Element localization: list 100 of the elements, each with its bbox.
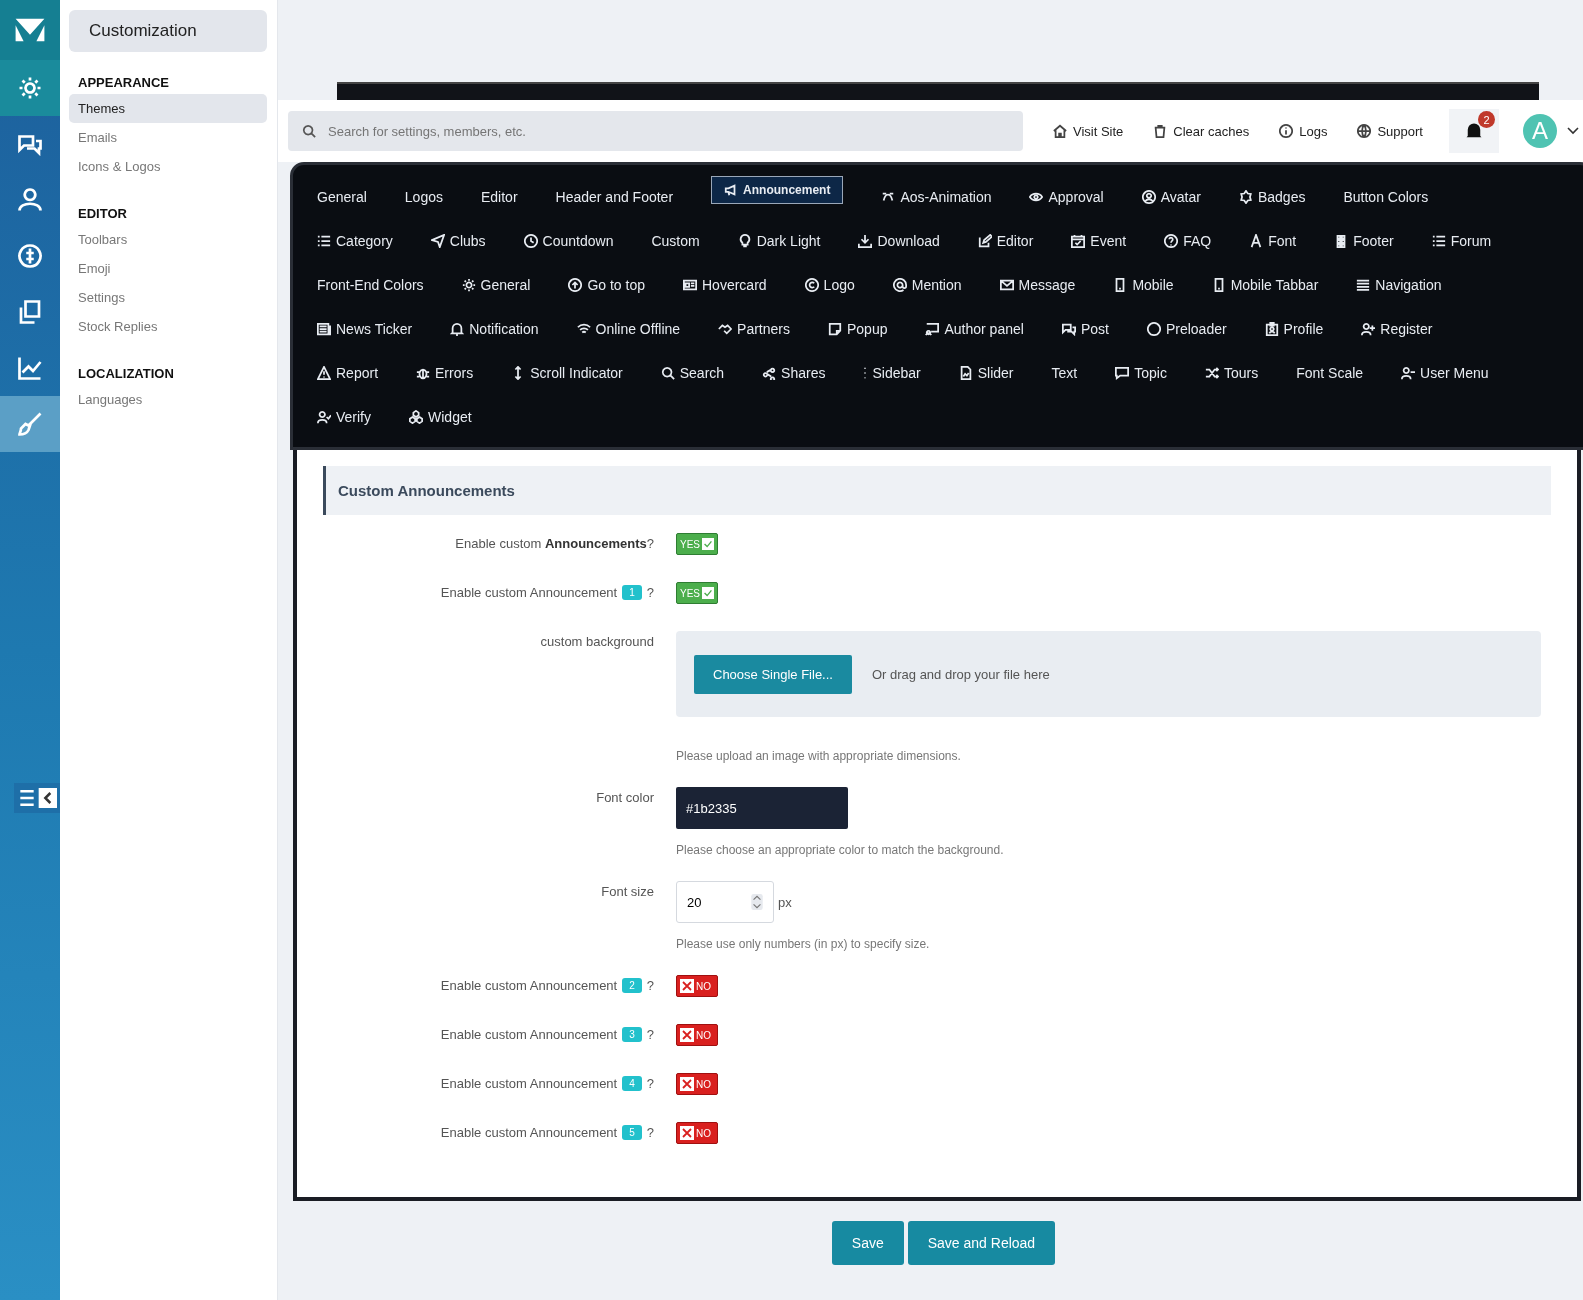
tab[interactable]: Errors bbox=[416, 365, 474, 381]
tab[interactable]: Author panel bbox=[925, 321, 1024, 337]
field-label: custom background bbox=[540, 634, 654, 649]
tab[interactable]: Editor bbox=[480, 189, 518, 205]
globe-icon bbox=[1357, 124, 1372, 138]
number-field[interactable]: 20 bbox=[676, 881, 774, 923]
sidebar-item[interactable]: Themes bbox=[69, 94, 267, 123]
tab[interactable]: Front-End Colors bbox=[317, 277, 424, 293]
drop-zone[interactable]: Choose Single File... Or drag and drop your file here bbox=[676, 631, 1541, 717]
question-mark: ? bbox=[646, 1125, 654, 1140]
tab[interactable]: Countdown bbox=[523, 233, 614, 249]
top-link[interactable]: Visit Site bbox=[1053, 123, 1124, 139]
tab[interactable]: Search bbox=[660, 365, 725, 381]
save-button[interactable]: Save and Reload bbox=[907, 1221, 1056, 1265]
tab[interactable]: Register bbox=[1361, 321, 1433, 337]
tab[interactable]: General bbox=[317, 189, 367, 205]
sidebar-item[interactable]: Emoji bbox=[69, 254, 267, 283]
help-text: Please choose an appropriate color to match the background. bbox=[676, 843, 1005, 857]
tab[interactable]: Logo bbox=[804, 277, 855, 293]
cross-icon bbox=[680, 1077, 694, 1091]
tab[interactable]: Post bbox=[1061, 321, 1109, 337]
clock-icon bbox=[523, 234, 538, 248]
tab[interactable]: Mention bbox=[892, 277, 962, 293]
tab[interactable]: Clubs bbox=[430, 233, 486, 249]
tab[interactable]: Footer bbox=[1334, 233, 1394, 249]
tab[interactable]: Forum bbox=[1431, 233, 1492, 249]
tab[interactable]: Mobile Tabbar bbox=[1211, 277, 1319, 293]
tab[interactable]: User Menu bbox=[1401, 365, 1489, 381]
tab[interactable]: General bbox=[461, 277, 531, 293]
tab[interactable]: Topic bbox=[1115, 365, 1167, 381]
tab[interactable]: Slider bbox=[958, 365, 1014, 381]
rail-item[interactable] bbox=[0, 396, 60, 452]
tab[interactable]: Approval bbox=[1029, 189, 1104, 205]
tab[interactable]: Profile bbox=[1264, 321, 1324, 337]
tab[interactable]: Verify bbox=[317, 409, 371, 425]
tab[interactable]: Widget bbox=[409, 409, 472, 425]
tab[interactable]: Aos-Animation bbox=[881, 189, 992, 205]
tab[interactable]: Navigation bbox=[1356, 277, 1442, 293]
tab[interactable]: Shares bbox=[762, 365, 826, 381]
tab[interactable]: Preloader bbox=[1146, 321, 1227, 337]
tab[interactable]: Go to top bbox=[568, 277, 645, 293]
sidebar-title: Customization bbox=[69, 10, 267, 52]
rail-item[interactable] bbox=[0, 60, 60, 116]
tab[interactable]: Dark Light bbox=[737, 233, 821, 249]
tab[interactable]: Avatar bbox=[1141, 189, 1201, 205]
tab[interactable]: Button Colors bbox=[1343, 189, 1429, 205]
tab[interactable]: Download bbox=[858, 233, 940, 249]
curve-icon bbox=[881, 190, 896, 204]
tab[interactable]: Font Scale bbox=[1296, 365, 1364, 381]
toggle-switch[interactable]: NO bbox=[676, 975, 718, 997]
sidebar-item[interactable]: Languages bbox=[69, 385, 267, 414]
tab[interactable]: Event bbox=[1071, 233, 1127, 249]
tab[interactable]: Announcement bbox=[711, 176, 844, 204]
top-link[interactable]: Support bbox=[1357, 123, 1423, 139]
tab[interactable]: Scroll Indicator bbox=[511, 365, 623, 381]
sidebar-item[interactable]: Emails bbox=[69, 123, 267, 152]
tab[interactable]: Message bbox=[999, 277, 1076, 293]
sidebar-item[interactable]: Toolbars bbox=[69, 225, 267, 254]
color-field[interactable]: #1b2335 bbox=[676, 787, 848, 829]
logo-tile[interactable] bbox=[0, 0, 60, 60]
tab[interactable]: Text bbox=[1051, 365, 1078, 381]
comment-icon bbox=[1115, 366, 1130, 380]
tab[interactable]: FAQ bbox=[1164, 233, 1212, 249]
tab[interactable]: Logos bbox=[404, 189, 443, 205]
top-link[interactable]: Logs bbox=[1279, 123, 1328, 139]
tab[interactable]: Mobile bbox=[1113, 277, 1174, 293]
tab[interactable]: Notification bbox=[450, 321, 539, 337]
toggle-switch[interactable]: NO bbox=[676, 1024, 718, 1046]
tab[interactable]: Report bbox=[317, 365, 379, 381]
spinner-icon[interactable] bbox=[751, 894, 763, 910]
tab[interactable]: Category bbox=[317, 233, 393, 249]
search-icon bbox=[302, 124, 316, 138]
tab[interactable]: Popup bbox=[828, 321, 888, 337]
sidebar-item[interactable]: Stock Replies bbox=[69, 312, 267, 341]
tab[interactable]: Hovercard bbox=[683, 277, 767, 293]
choose-file-button[interactable]: Choose Single File... bbox=[694, 654, 852, 694]
cross-icon bbox=[680, 1028, 694, 1042]
tab[interactable]: Tours bbox=[1204, 365, 1259, 381]
tab[interactable]: Badges bbox=[1238, 189, 1306, 205]
notifications-button[interactable]: 2 bbox=[1448, 109, 1499, 153]
sidebar-item[interactable]: Settings bbox=[69, 283, 267, 312]
toggle-switch[interactable]: NO bbox=[676, 1122, 718, 1144]
top-link[interactable]: Clear caches bbox=[1153, 123, 1250, 139]
id-badge-icon bbox=[1264, 322, 1279, 336]
collapse-button[interactable] bbox=[14, 783, 60, 813]
help-text: Please upload an image with appropriate dimensions. bbox=[676, 749, 962, 763]
save-button[interactable]: Save bbox=[831, 1221, 904, 1265]
toggle-switch[interactable]: NO bbox=[676, 1073, 718, 1095]
field-label: Enable custom Announcements? bbox=[455, 536, 654, 551]
tab[interactable]: Custom bbox=[651, 233, 700, 249]
tab[interactable]: Editor bbox=[977, 233, 1034, 249]
tab[interactable]: Header and Footer bbox=[555, 189, 674, 205]
chevron-down-icon[interactable] bbox=[1566, 127, 1579, 135]
trash-icon bbox=[1153, 124, 1168, 138]
tab[interactable]: Font bbox=[1249, 233, 1297, 249]
tab[interactable]: Sidebar bbox=[863, 365, 921, 381]
tab[interactable]: Online Offline bbox=[576, 321, 681, 337]
sidebar-item[interactable]: Icons & Logos bbox=[69, 152, 267, 181]
tab[interactable]: Partners bbox=[718, 321, 790, 337]
tab[interactable]: News Ticker bbox=[317, 321, 413, 337]
